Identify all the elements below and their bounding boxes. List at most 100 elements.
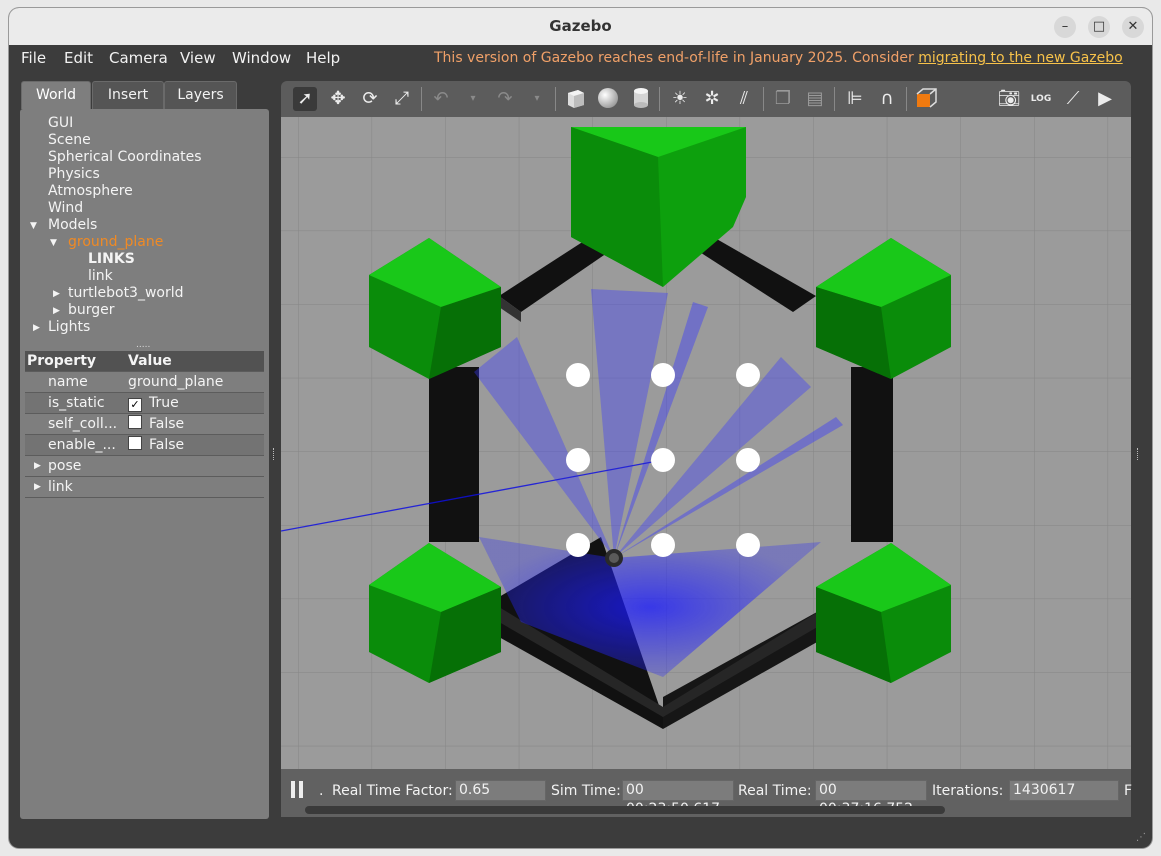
paste-icon[interactable]: ▤ — [803, 87, 827, 111]
property-key: is_static — [48, 395, 105, 411]
enable-wind-checkbox[interactable] — [128, 436, 142, 450]
property-row-name: name ground_plane — [25, 372, 264, 393]
toolbar-separator — [763, 87, 764, 111]
tree-item-spherical-coordinates[interactable]: Spherical Coordinates — [48, 149, 202, 166]
sim-time-label: Sim Time: — [551, 783, 621, 799]
redo-icon[interactable]: ↷ — [493, 87, 517, 111]
scene-toolbar: ➚ ✥ ⟳ ⤢ ↶ ▾ ↷ ▾ ☀ ✲ ⫽ ❐ ▤ ⊫ ∩ 📷︎ LOG ⟋ ▶ — [281, 81, 1131, 117]
close-button[interactable]: ✕ — [1122, 16, 1144, 38]
menu-file[interactable]: File — [21, 49, 46, 67]
toolbar-separator — [555, 87, 556, 111]
collapsed-arrow-icon[interactable]: ▶ — [33, 323, 40, 333]
point-light-icon[interactable]: ☀ — [668, 87, 692, 111]
iterations-field: 1430617 — [1009, 780, 1119, 801]
is-static-checkbox[interactable]: ✓ — [128, 398, 142, 412]
burger-robot — [605, 549, 623, 567]
truncated-label: F — [1124, 783, 1133, 799]
tab-world[interactable]: World — [21, 81, 91, 109]
tree-item-scene[interactable]: Scene — [48, 132, 91, 149]
snap-icon[interactable]: ∩ — [875, 87, 899, 111]
property-value: False — [149, 416, 185, 432]
screenshot-icon[interactable]: 📷︎ — [997, 87, 1021, 111]
scale-icon[interactable]: ⤢ — [390, 87, 414, 111]
tab-layers[interactable]: Layers — [164, 81, 237, 109]
sphere-icon[interactable] — [596, 87, 620, 111]
collapsed-arrow-icon[interactable]: ▶ — [53, 289, 60, 299]
cylinder-icon[interactable] — [629, 87, 653, 111]
migration-link[interactable]: migrating to the new Gazebo — [918, 50, 1123, 66]
property-key: enable_... — [48, 437, 116, 453]
right-splitter-handle[interactable] — [1137, 448, 1140, 460]
tree-links-header: LINKS — [88, 251, 135, 267]
expanded-arrow-icon[interactable]: ▼ — [30, 221, 37, 231]
property-value: False — [149, 437, 185, 453]
tree-item-models[interactable]: Models — [48, 217, 97, 234]
menu-edit[interactable]: Edit — [64, 49, 93, 67]
collapsed-arrow-icon[interactable]: ▶ — [34, 477, 41, 497]
property-row-enable-wind: enable_... False — [25, 435, 264, 456]
menu-window[interactable]: Window — [232, 49, 291, 67]
real-time-label: Real Time: — [738, 783, 812, 799]
menu-camera[interactable]: Camera — [109, 49, 168, 67]
tree-item-link[interactable]: link — [88, 268, 113, 285]
tree-item-wind[interactable]: Wind — [48, 200, 83, 217]
time-panel: . Real Time Factor: 0.65 Sim Time: 00 00… — [281, 769, 1133, 817]
left-splitter-handle[interactable] — [273, 448, 276, 460]
log-icon[interactable]: LOG — [1029, 87, 1053, 111]
property-row-is-static: is_static ✓ True — [25, 393, 264, 414]
real-time-factor-field: 0.65 — [455, 780, 546, 801]
value-column-header: Value — [128, 353, 172, 369]
property-value[interactable]: ground_plane — [128, 372, 223, 392]
box-icon[interactable] — [564, 87, 588, 111]
toolbar-separator — [834, 87, 835, 111]
property-row-link[interactable]: ▶ link — [25, 477, 264, 498]
sim-time-field: 00 00:23:50.617 — [622, 780, 734, 817]
collapsed-arrow-icon[interactable]: ▶ — [53, 306, 60, 316]
3d-viewport[interactable] — [281, 117, 1131, 769]
undo-dropdown-icon[interactable]: ▾ — [461, 87, 485, 111]
property-key: name — [48, 374, 88, 390]
eol-notice: This version of Gazebo reaches end-of-li… — [434, 50, 1123, 66]
directional-light-icon[interactable]: ⫽ — [732, 87, 756, 111]
gazebo-window: Gazebo – □ ✕ File Edit Camera View Windo… — [9, 8, 1152, 848]
record-icon[interactable]: ▶ — [1093, 87, 1117, 111]
toolbar-separator — [906, 87, 907, 111]
spot-light-icon[interactable]: ✲ — [700, 87, 724, 111]
property-row-pose[interactable]: ▶ pose — [25, 456, 264, 477]
tab-insert[interactable]: Insert — [92, 81, 164, 109]
align-icon[interactable]: ⊫ — [843, 87, 867, 111]
self-collide-checkbox[interactable] — [128, 415, 142, 429]
toolbar-separator — [421, 87, 422, 111]
minimize-button[interactable]: – — [1054, 16, 1076, 38]
tree-item-burger[interactable]: burger — [68, 302, 115, 319]
menu-help[interactable]: Help — [306, 49, 340, 67]
select-icon[interactable]: ➚ — [293, 87, 317, 111]
translate-icon[interactable]: ✥ — [326, 87, 350, 111]
redo-dropdown-icon[interactable]: ▾ — [525, 87, 549, 111]
menu-view[interactable]: View — [180, 49, 216, 67]
plot-icon[interactable]: ⟋ — [1061, 87, 1085, 111]
world-panel: GUI Scene Spherical Coordinates Physics … — [20, 109, 269, 819]
tree-item-lights[interactable]: Lights — [48, 319, 90, 336]
property-key: pose — [48, 458, 82, 474]
step-dot: . — [319, 783, 324, 799]
copy-icon[interactable]: ❐ — [771, 87, 795, 111]
resize-grip-icon[interactable]: ⋰ — [1136, 832, 1146, 843]
tree-item-physics[interactable]: Physics — [48, 166, 100, 183]
tree-item-gui[interactable]: GUI — [48, 115, 73, 132]
window-title: Gazebo — [549, 17, 612, 35]
horizontal-scrollbar[interactable] — [305, 806, 945, 814]
title-bar: Gazebo – □ ✕ — [9, 8, 1152, 46]
tree-item-ground-plane[interactable]: ground_plane — [68, 234, 163, 251]
expanded-arrow-icon[interactable]: ▼ — [50, 238, 57, 248]
collapsed-arrow-icon[interactable]: ▶ — [34, 456, 41, 476]
tree-item-turtlebot3-world[interactable]: turtlebot3_world — [68, 285, 184, 302]
tree-item-atmosphere[interactable]: Atmosphere — [48, 183, 133, 200]
pause-icon[interactable] — [291, 781, 304, 798]
property-value: True — [149, 395, 179, 411]
view-angle-icon[interactable] — [915, 87, 939, 111]
maximize-button[interactable]: □ — [1088, 16, 1110, 38]
property-header-row: Property Value — [25, 351, 264, 372]
rotate-icon[interactable]: ⟳ — [358, 87, 382, 111]
undo-icon[interactable]: ↶ — [429, 87, 453, 111]
